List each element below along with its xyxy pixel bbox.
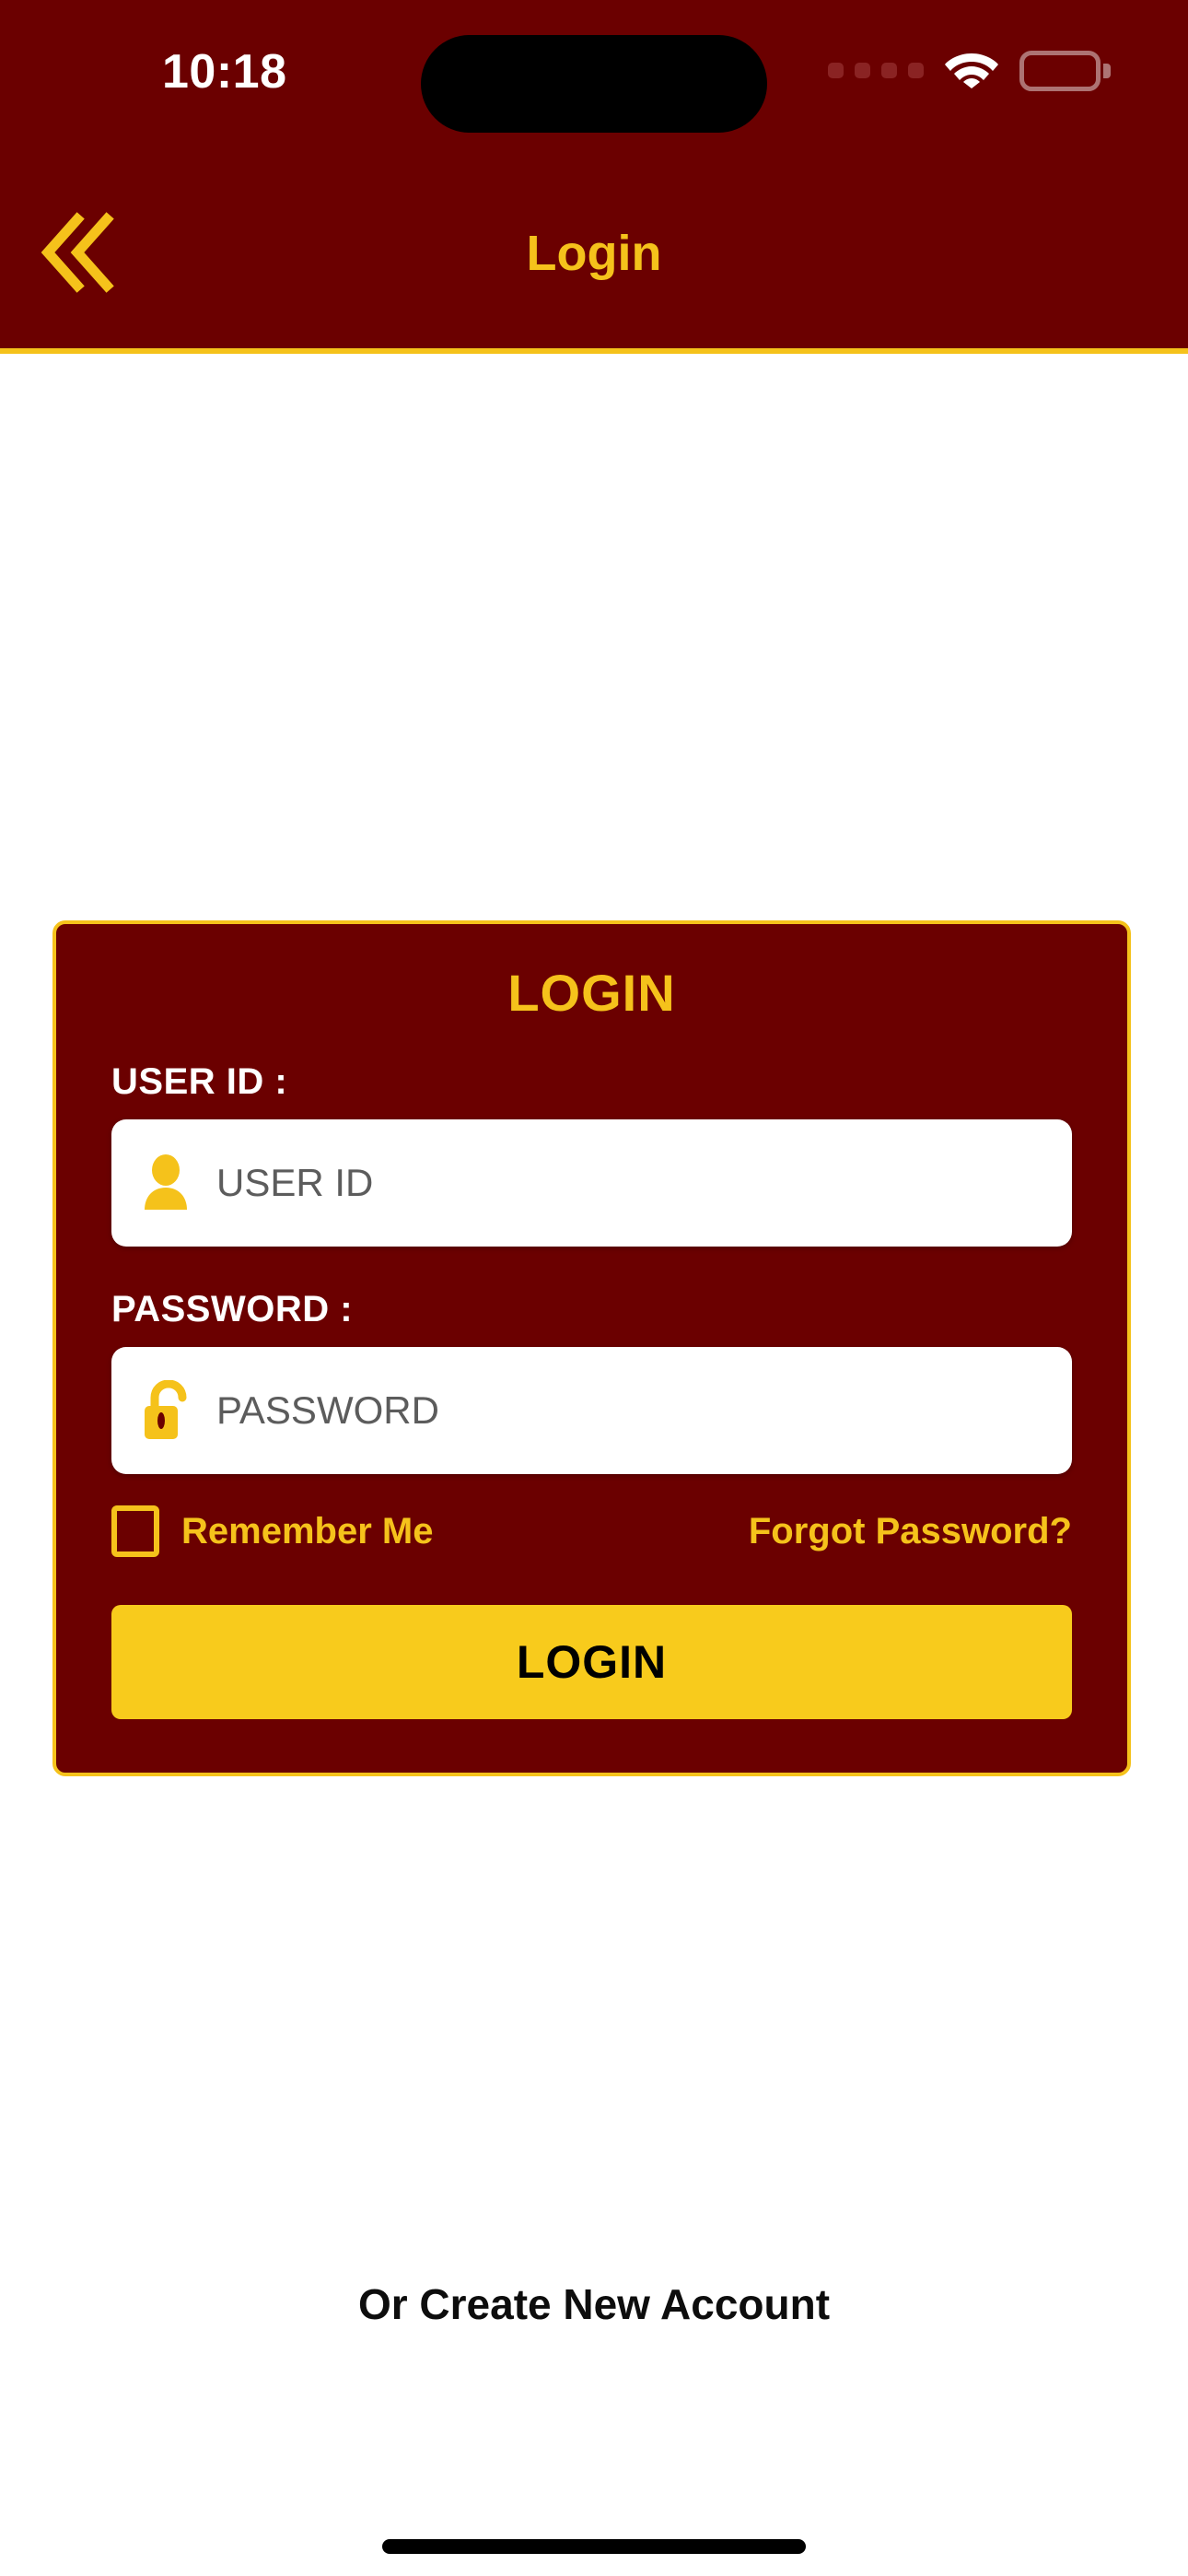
password-label: PASSWORD :: [111, 1289, 354, 1329]
login-card: LOGIN USER ID : PASSWORD :: [52, 920, 1131, 1776]
password-field[interactable]: [111, 1347, 1072, 1474]
home-indicator[interactable]: [382, 2539, 806, 2554]
user-id-label: USER ID :: [111, 1061, 288, 1102]
create-account-link[interactable]: Or Create New Account: [0, 2279, 1188, 2329]
battery-icon: [1019, 50, 1111, 91]
login-options-row: Remember Me Forgot Password?: [111, 1505, 1072, 1557]
double-chevron-left-icon: [33, 208, 122, 299]
password-input[interactable]: [216, 1347, 1044, 1474]
user-id-input[interactable]: [216, 1119, 1044, 1247]
forgot-password-link[interactable]: Forgot Password?: [749, 1511, 1072, 1552]
status-bar: 10:18: [0, 0, 1188, 158]
login-screen: 10:18 Login LOGIN USER ID: USER ID PASS…: [0, 0, 1188, 2576]
login-submit-button[interactable]: LOGIN: [111, 1605, 1072, 1719]
content-area: LOGIN USER ID : PASSWORD :: [0, 354, 1188, 2576]
remember-me-checkbox[interactable]: [111, 1505, 159, 1557]
dynamic-island: [421, 35, 767, 133]
login-card-title: LOGIN: [507, 964, 676, 1022]
user-icon: [139, 1151, 192, 1215]
status-bar-indicators: [828, 48, 1111, 93]
status-bar-time: 10:18: [162, 45, 287, 99]
remember-me-toggle[interactable]: Remember Me: [111, 1505, 433, 1557]
remember-me-label: Remember Me: [181, 1510, 434, 1551]
wifi-icon: [944, 48, 999, 93]
back-button[interactable]: [33, 198, 153, 309]
page-title: Login: [526, 226, 662, 281]
user-id-field[interactable]: [111, 1119, 1072, 1247]
nav-header: Login: [0, 158, 1188, 354]
cellular-dots-icon: [828, 63, 924, 78]
unlock-padlock-icon: [139, 1378, 192, 1443]
